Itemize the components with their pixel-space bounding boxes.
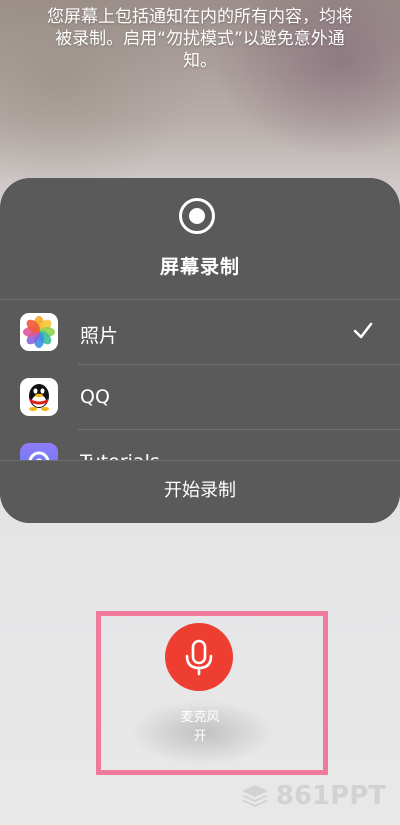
start-recording-button[interactable]: 开始录制	[0, 460, 400, 523]
microphone-label-line-1: 麦克风	[180, 710, 220, 725]
photos-icon	[20, 313, 58, 351]
app-label-qq: QQ	[80, 386, 110, 408]
app-label-photos: 照片	[80, 325, 119, 347]
microphone-button[interactable]	[165, 623, 233, 691]
notice-line-2: 被录制。启用“勿扰模式”以避免意外通	[55, 29, 345, 49]
screen-recording-panel: 屏幕录制 照片 QQ Tutorials 开始录制	[0, 178, 400, 523]
microphone-label-line-2: 开	[193, 729, 207, 744]
microphone-label: 麦克风 开	[150, 708, 250, 746]
qq-icon	[20, 378, 58, 416]
panel-title: 屏幕录制	[159, 256, 240, 278]
watermark: 861PPT	[240, 781, 386, 811]
layers-logo-icon	[241, 785, 268, 807]
record-icon	[179, 198, 215, 234]
watermark-text: 861PPT	[275, 781, 386, 811]
app-row-photos[interactable]: 照片	[0, 300, 400, 365]
checkmark-icon	[353, 322, 373, 339]
notice-line-1: 您屏幕上包括通知在内的所有内容，均将	[47, 7, 353, 27]
app-row-tutorials[interactable]: Tutorials	[0, 430, 400, 462]
app-list: 照片 QQ Tutorials	[0, 300, 400, 462]
panel-header: 屏幕录制	[0, 178, 400, 300]
app-row-qq[interactable]: QQ	[0, 365, 400, 430]
microphone-icon	[185, 639, 213, 676]
notice-line-3: 知。	[183, 51, 217, 71]
recording-notice: 您屏幕上包括通知在内的所有内容，均将 被录制。启用“勿扰模式”以避免意外通 知。	[18, 6, 382, 72]
